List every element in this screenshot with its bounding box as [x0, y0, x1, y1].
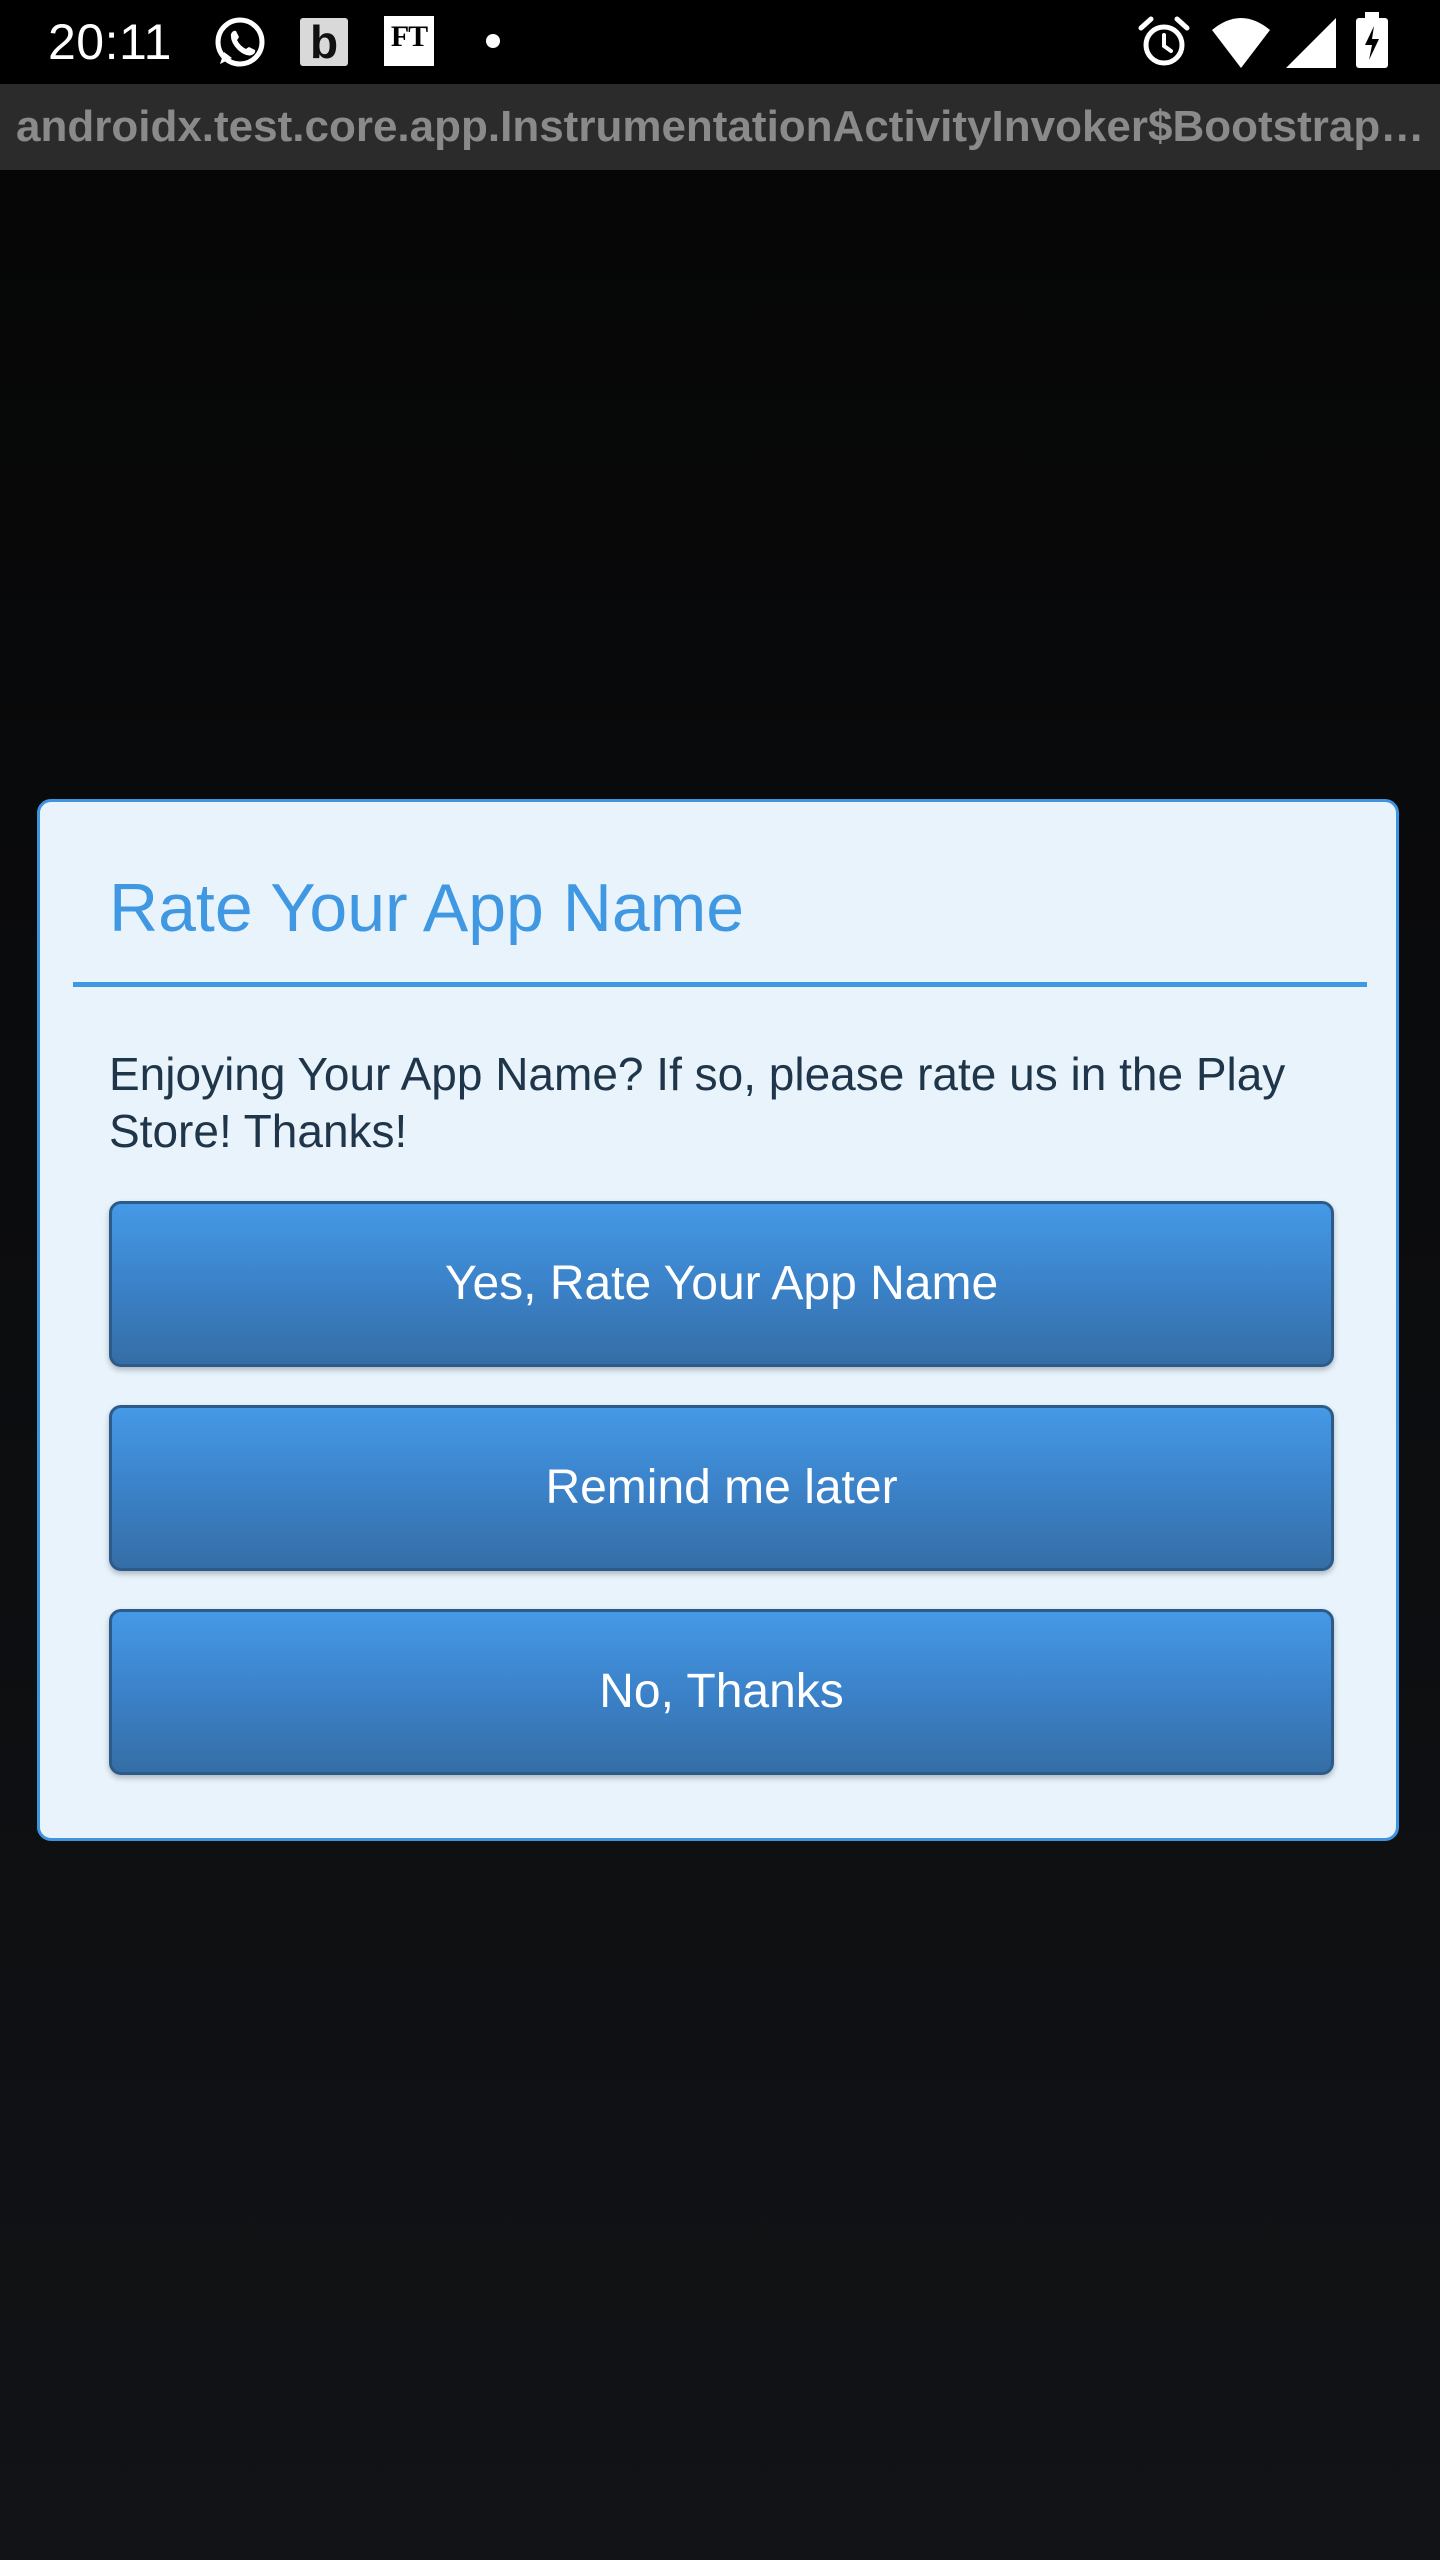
whatsapp-icon	[215, 17, 265, 67]
app-bar-title: androidx.test.core.app.InstrumentationAc…	[16, 102, 1426, 151]
rate-app-dialog: Rate Your App Name Enjoying Your App Nam…	[37, 799, 1399, 1841]
wifi-icon	[1212, 18, 1270, 68]
status-time: 20:11	[48, 14, 172, 70]
ft-icon: FT	[384, 16, 434, 66]
title-divider	[73, 982, 1367, 987]
dialog-message: Enjoying Your App Name? If so, please ra…	[109, 1048, 1286, 1157]
alarm-icon	[1138, 16, 1190, 66]
no-thanks-button[interactable]: No, Thanks	[109, 1609, 1334, 1775]
status-bar: 20:11 b FT	[0, 0, 1440, 84]
rate-app-button[interactable]: Yes, Rate Your App Name	[109, 1201, 1334, 1367]
remind-later-button[interactable]: Remind me later	[109, 1405, 1334, 1571]
app-bar: androidx.test.core.app.InstrumentationAc…	[0, 84, 1440, 170]
dialog-title: Rate Your App Name	[109, 870, 745, 946]
dot-icon	[486, 34, 500, 48]
battery-charging-icon	[1356, 12, 1388, 68]
signal-icon	[1286, 18, 1336, 68]
b-icon: b	[300, 18, 348, 66]
